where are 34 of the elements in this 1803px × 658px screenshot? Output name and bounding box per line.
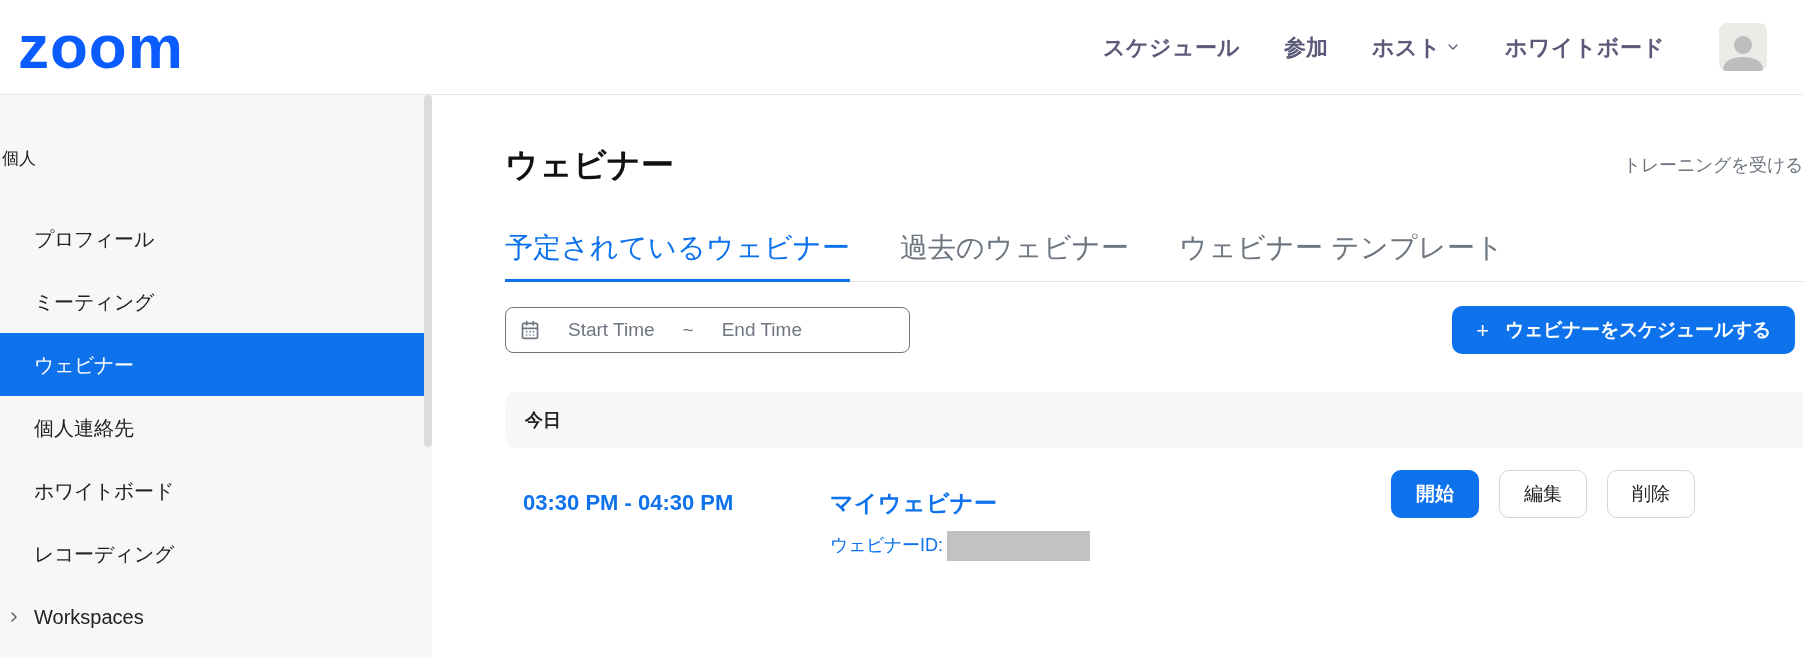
- webinar-title-link[interactable]: マイウェビナー: [830, 486, 1391, 521]
- action-button[interactable]: 開始: [1391, 470, 1479, 518]
- page-title: ウェビナー: [505, 145, 674, 186]
- sidebar-item[interactable]: レコーディング: [0, 522, 424, 585]
- sidebar-item[interactable]: ミーティング: [0, 270, 424, 333]
- sidebar-item[interactable]: プロフィール: [0, 207, 424, 270]
- sidebar-item[interactable]: ホワイトボード: [0, 459, 424, 522]
- date-range-field[interactable]: Start Time ~ End Time: [505, 307, 910, 353]
- plus-icon: +: [1476, 313, 1489, 347]
- calendar-icon: [520, 320, 540, 340]
- nav-link[interactable]: 参加: [1284, 30, 1328, 64]
- training-link[interactable]: トレーニングを受ける: [1623, 151, 1803, 179]
- sidebar-section-heading: 個人: [1, 148, 37, 171]
- schedule-webinar-button[interactable]: + ウェビナーをスケジュールする: [1452, 306, 1795, 354]
- tab[interactable]: 予定されているウェビナー: [505, 227, 850, 282]
- webinar-id-label: ウェビナーID:: [830, 534, 943, 557]
- action-button[interactable]: 削除: [1607, 470, 1695, 518]
- tab[interactable]: ウェビナー テンプレート: [1179, 227, 1504, 282]
- end-time-placeholder: End Time: [721, 317, 802, 342]
- nav-link[interactable]: ホスト: [1372, 30, 1461, 64]
- webinar-time: 03:30 PM - 04:30 PM: [523, 489, 735, 517]
- nav-link[interactable]: ホワイトボード: [1505, 30, 1665, 64]
- scrollbar[interactable]: [424, 95, 432, 447]
- zoom-logo[interactable]: zoom: [18, 16, 184, 78]
- sidebar-item[interactable]: 個人連絡先: [0, 396, 424, 459]
- sidebar-item[interactable]: Workspaces: [0, 585, 424, 648]
- range-separator: ~: [682, 317, 694, 342]
- nav-link[interactable]: スケジュール: [1103, 30, 1240, 64]
- sidebar-item[interactable]: ウェビナー: [0, 333, 424, 396]
- tab[interactable]: 過去のウェビナー: [900, 227, 1129, 282]
- avatar[interactable]: [1719, 23, 1767, 71]
- start-time-placeholder: Start Time: [568, 317, 655, 342]
- action-button[interactable]: 編集: [1499, 470, 1587, 518]
- date-group-heading: 今日: [525, 408, 561, 432]
